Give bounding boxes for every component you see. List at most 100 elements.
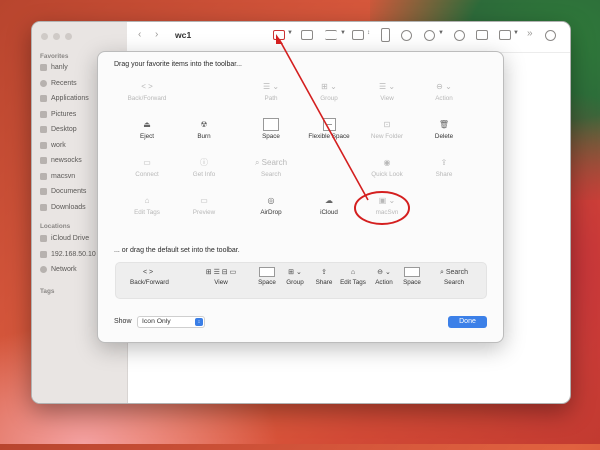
palette-item-path[interactable]: ☰ ⌄ Path [243, 80, 299, 102]
palette-item-connect[interactable]: ▭ Connect [119, 156, 175, 178]
network-icon [40, 266, 47, 273]
close-button[interactable] [41, 33, 48, 40]
palette-item-label: Search [261, 171, 281, 178]
zoom-button[interactable] [65, 33, 72, 40]
palette-item-new-folder[interactable]: ⊡ New Folder [359, 118, 415, 140]
grid-view-icon[interactable] [352, 30, 364, 40]
locations-item[interactable]: Network [40, 266, 77, 273]
default-set-glyph: ⊞ ⌄ [288, 269, 302, 276]
favorites-item[interactable]: work [40, 141, 66, 149]
palette-item-label: Action [435, 95, 453, 102]
minimize-button[interactable] [53, 33, 60, 40]
favorites-item[interactable]: Documents [40, 188, 86, 195]
favorites-item-label: Documents [51, 188, 87, 195]
palette-item-share[interactable]: ⇪ Share [416, 156, 472, 178]
eye-icon[interactable] [401, 30, 412, 41]
locations-item[interactable]: 192.168.50.10 [40, 250, 96, 258]
default-set-item: ⌕ Search Search [434, 267, 474, 286]
default-set-label: Group [286, 279, 304, 286]
locations-item-label: 192.168.50.10 [51, 250, 96, 258]
server-icon [40, 250, 47, 258]
palette-item-airdrop[interactable]: ◎ AirDrop [243, 194, 299, 216]
favorites-item[interactable]: newsocks [40, 157, 82, 164]
macsvn-toolbar-icon[interactable] [273, 30, 285, 40]
default-set-label: Action [375, 279, 393, 286]
default-set-label: Back/Forward [130, 279, 169, 286]
default-set-item: Space [401, 267, 423, 286]
folder-icon [40, 172, 47, 180]
favorites-item[interactable]: Recents [40, 79, 77, 87]
chevron-down-icon[interactable]: ▼ [513, 30, 519, 36]
favorites-item-label: Recents [51, 79, 77, 87]
downloads-icon [40, 203, 47, 211]
palette-item-label: Burn [197, 133, 211, 140]
flexible-space-icon [301, 118, 357, 132]
default-set-item: Space [256, 267, 278, 286]
show-label: Show [114, 318, 132, 325]
applications-icon [40, 95, 47, 102]
palette-item-quick-look[interactable]: ◉ Quick Look [359, 156, 415, 178]
favorites-item[interactable]: Applications [40, 95, 89, 102]
sheet-subheading: ... or drag the default set into the too… [114, 247, 240, 254]
list-view-icon[interactable] [325, 30, 337, 40]
overflow-chevron-icon[interactable]: » [527, 28, 533, 39]
back-forward-icon: < > [141, 82, 153, 91]
forward-icon[interactable]: › [155, 29, 158, 40]
done-button[interactable]: Done [448, 316, 487, 328]
action-icon[interactable] [424, 30, 435, 41]
back-icon[interactable]: ‹ [138, 29, 141, 40]
favorites-item[interactable]: macsvn [40, 172, 75, 180]
favorites-item-label: newsocks [51, 157, 82, 164]
preview-toolbar-icon[interactable] [381, 28, 390, 42]
chevron-updown-icon: ↕ [195, 318, 203, 326]
favorites-item[interactable]: hanly [40, 64, 68, 71]
default-set-label: Space [258, 279, 276, 286]
pictures-icon [40, 110, 47, 118]
palette-item-label: macSvn [375, 209, 399, 216]
folder-icon [40, 141, 47, 149]
space-icon [243, 118, 299, 132]
palette-item-flexible-space[interactable]: Flexible Space [301, 118, 357, 140]
palette-item-get-info[interactable]: ⓘ Get Info [176, 156, 232, 178]
sidebar-tags-header: Tags [40, 288, 55, 295]
macsvn-icon: ▣ ⌄ [378, 196, 396, 205]
palette-item-space[interactable]: Space [243, 118, 299, 140]
palette-item-delete[interactable]: 🗑 Delete [416, 118, 472, 140]
favorites-item[interactable]: Pictures [40, 110, 76, 118]
favorites-item[interactable]: Desktop [40, 126, 77, 133]
default-set-glyph: ⊞ ☰ ⊟ ▭ [205, 269, 237, 276]
default-set-glyph: ⌕ Search [439, 269, 469, 276]
palette-item-back-forward[interactable]: < > Back/Forward [119, 80, 175, 102]
burn-icon: ☢ [200, 120, 208, 129]
chevron-down-icon[interactable]: ▼ [438, 30, 444, 36]
palette-item-view[interactable]: ☰ ⌄ View [359, 80, 415, 102]
info-icon[interactable] [454, 30, 465, 41]
chevron-updown-icon[interactable]: ↕ [367, 30, 370, 36]
palette-item-macsvn[interactable]: ▣ ⌄ macSvn [359, 194, 415, 216]
palette-item-preview[interactable]: ▭ Preview [176, 194, 232, 216]
palette-item-search[interactable]: ⌕ Search Search [243, 156, 299, 178]
default-set-item: ⊞ ⌄ Group [281, 267, 309, 286]
locations-item[interactable]: iCloud Drive [40, 235, 89, 242]
palette-item-label: Delete [434, 133, 454, 140]
palette-item-action[interactable]: ⊖ ⌄ Action [416, 80, 472, 102]
default-toolbar-set[interactable]: < > Back/Forward ⊞ ☰ ⊟ ▭ View Space ⊞ ⌄ Group ⇪… [115, 262, 487, 299]
monitor-icon[interactable] [476, 30, 488, 40]
palette-item-edit-tags[interactable]: ⌂ Edit Tags [119, 194, 175, 216]
palette-item-burn[interactable]: ☢ Burn [176, 118, 232, 140]
chevron-down-icon[interactable]: ▼ [340, 30, 346, 36]
palette-item-label: Space [262, 133, 280, 140]
view-icon: ☰ ⌄ [378, 82, 396, 91]
favorites-item[interactable]: Downloads [40, 203, 86, 211]
search-icon[interactable] [545, 30, 556, 41]
chevron-down-icon[interactable]: ▼ [287, 30, 293, 36]
palette-item-label: iCloud [320, 209, 338, 216]
palette-item-eject[interactable]: ⏏ Eject [119, 118, 175, 140]
favorites-item-label: hanly [51, 64, 68, 71]
palette-item-label: Get Info [192, 171, 216, 178]
palette-item-group[interactable]: ⊞ ⌄ Group [301, 80, 357, 102]
show-select[interactable]: Icon Only ↕ [137, 316, 205, 328]
new-folder-toolbar-icon[interactable] [301, 30, 313, 40]
palette-item-icloud[interactable]: ☁ iCloud [301, 194, 357, 216]
group-icon[interactable] [499, 30, 511, 40]
